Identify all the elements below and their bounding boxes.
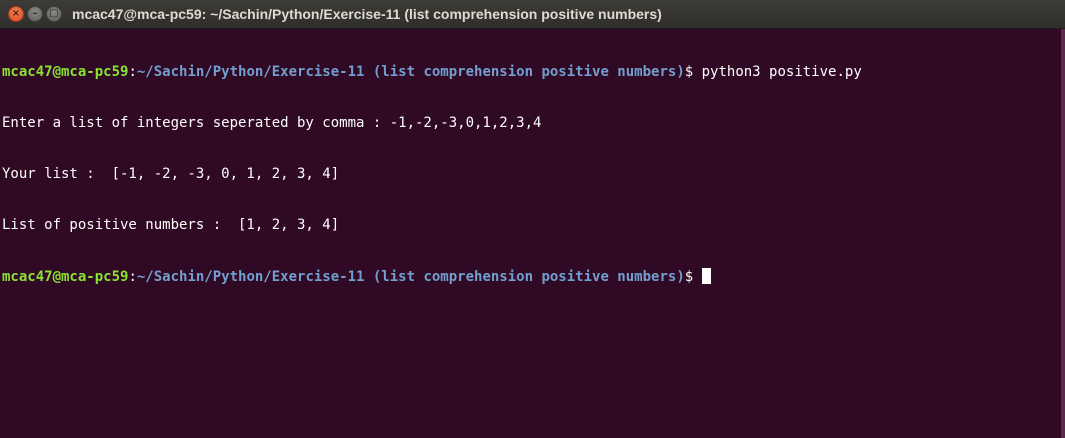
prompt-dollar: $ [684,64,702,80]
command-text: python3 positive.py [701,64,862,80]
output-line: List of positive numbers : [1, 2, 3, 4] [2,217,340,233]
terminal-area[interactable]: mcac47@mca-pc59:~/Sachin/Python/Exercise… [0,29,1061,438]
close-icon[interactable]: × [8,6,24,22]
output-line: Enter a list of integers seperated by co… [2,115,542,131]
terminal-window: × – □ mcac47@mca-pc59: ~/Sachin/Python/E… [0,0,1065,438]
minimize-icon[interactable]: – [27,6,43,22]
prompt-path: ~/Sachin/Python/Exercise-11 (list compre… [136,64,685,80]
prompt-colon: : [128,269,137,285]
title-bar[interactable]: × – □ mcac47@mca-pc59: ~/Sachin/Python/E… [0,0,1065,29]
output-line: Your list : [-1, -2, -3, 0, 1, 2, 3, 4] [2,166,340,182]
command-line: mcac47@mca-pc59:~/Sachin/Python/Exercise… [2,64,1061,81]
prompt-user-host: mcac47@mca-pc59 [2,64,129,80]
prompt-dollar: $ [684,269,702,285]
maximize-icon[interactable]: □ [46,6,62,22]
text-cursor [701,268,711,284]
window-title: mcac47@mca-pc59: ~/Sachin/Python/Exercis… [72,6,662,22]
scrollbar[interactable] [1061,29,1065,438]
active-prompt-line[interactable]: mcac47@mca-pc59:~/Sachin/Python/Exercise… [2,268,1061,285]
prompt-user-host: mcac47@mca-pc59 [2,269,129,285]
prompt-path: ~/Sachin/Python/Exercise-11 (list compre… [136,269,685,285]
prompt-colon: : [128,64,137,80]
